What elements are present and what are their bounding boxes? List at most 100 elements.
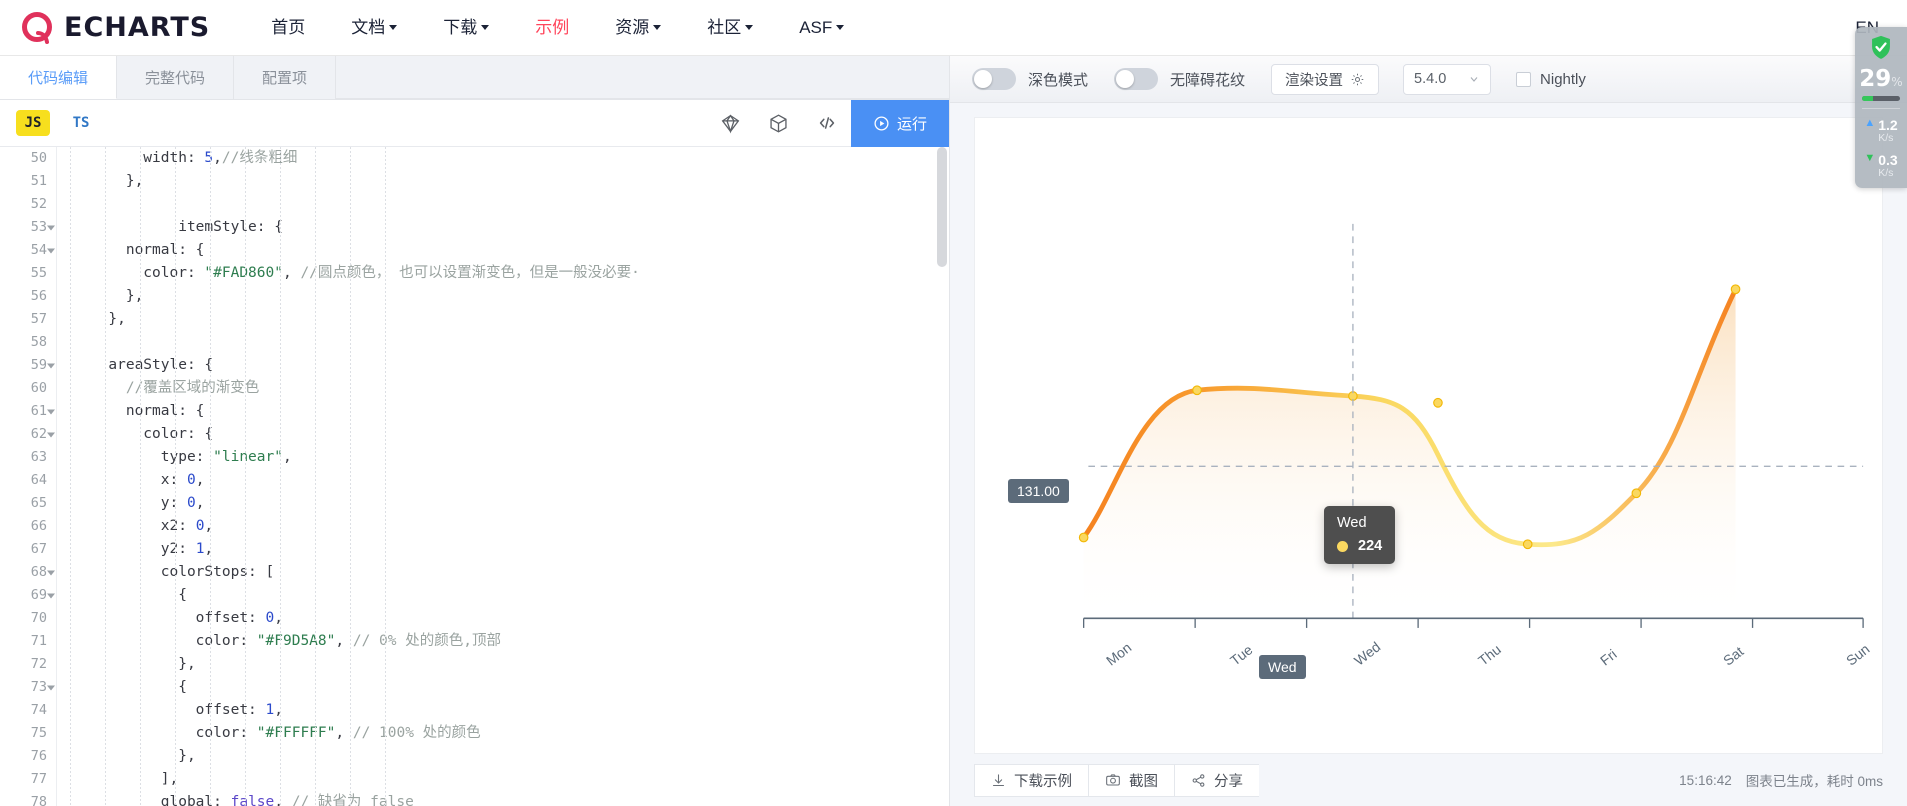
line-number: 53	[0, 216, 56, 239]
gem-icon[interactable]	[707, 100, 755, 147]
code-line-row[interactable]: 57 },	[0, 308, 949, 331]
version-select[interactable]: 5.4.0	[1403, 63, 1492, 95]
fold-caret-icon[interactable]	[47, 570, 55, 575]
code-line-row[interactable]: 63 type: "linear",	[0, 446, 949, 469]
code-brackets-icon[interactable]	[803, 100, 851, 147]
echarts-logo[interactable]: ECHARTS	[22, 11, 210, 45]
screenshot-button[interactable]: 截图	[1088, 763, 1174, 797]
sysmon-divider	[1862, 108, 1900, 109]
nav-item-home[interactable]: 首页	[248, 0, 328, 56]
editor-tabs: 代码编辑 完整代码 配置项	[0, 56, 949, 100]
gear-icon	[1351, 73, 1364, 85]
upload-arrow-icon: ▲	[1864, 117, 1876, 129]
code-line-row[interactable]: 56 },	[0, 285, 949, 308]
nav-item-download[interactable]: 下载	[420, 0, 512, 56]
accessible-pattern-toggle[interactable]	[1114, 68, 1159, 90]
code-line-row[interactable]: 71 color: "#F9D5A8", // 0% 处的颜色,顶部	[0, 630, 949, 653]
cpu-usage-value: 29%	[1859, 68, 1902, 91]
fold-caret-icon[interactable]	[47, 432, 55, 437]
lang-toggle-ts[interactable]: TS	[64, 110, 98, 136]
preview-status: 15:16:42 图表已生成，耗时 0ms	[1679, 770, 1883, 790]
cube-icon[interactable]	[755, 100, 803, 147]
lang-toggle-js[interactable]: JS	[16, 110, 50, 136]
code-line-row[interactable]: 65 y: 0,	[0, 492, 949, 515]
nav-item-asf[interactable]: ASF	[776, 0, 867, 56]
code-line-text: global: false, // 缺省为 false	[56, 794, 414, 806]
nav-item-docs[interactable]: 文档	[328, 0, 420, 56]
code-line-row[interactable]: 74 offset: 1,	[0, 699, 949, 722]
download-icon	[992, 773, 1005, 786]
code-line-row[interactable]: 53 itemStyle: {	[0, 216, 949, 239]
line-number: 74	[30, 702, 47, 718]
code-line-row[interactable]: 68 colorStops: [	[0, 561, 949, 584]
nightly-checkbox-row[interactable]: Nightly	[1516, 71, 1586, 88]
screenshot-label: 截图	[1129, 773, 1158, 790]
code-line-row[interactable]: 51 },	[0, 170, 949, 193]
code-line-row[interactable]: 61 normal: {	[0, 400, 949, 423]
code-line-row[interactable]: 77 ],	[0, 768, 949, 791]
tab-options[interactable]: 配置项	[234, 56, 337, 99]
chart-point	[1192, 385, 1202, 396]
network-download-row: ▼ 0.3 K/s	[1864, 153, 1897, 179]
line-number: 51	[30, 173, 47, 189]
render-settings-button[interactable]: 渲染设置	[1271, 63, 1380, 95]
line-number: 57	[30, 311, 47, 327]
tab-code-edit[interactable]: 代码编辑	[0, 56, 118, 99]
chart-point	[1522, 539, 1533, 550]
dark-mode-toggle[interactable]	[972, 68, 1016, 90]
chart-canvas[interactable]: Mon Tue Wed Thu Fri Sat Sun 131.00 Wed Wed 224	[974, 117, 1883, 754]
code-line-row[interactable]: 75 color: "#FFFFFF", // 100% 处的颜色	[0, 722, 949, 745]
share-button[interactable]: 分享	[1174, 763, 1259, 797]
nav-item-community[interactable]: 社区	[684, 0, 776, 56]
code-line-row[interactable]: 58	[0, 331, 949, 354]
nav-item-asf-label: ASF	[799, 17, 833, 37]
code-editor[interactable]: 50 width: 5,//线条粗细 51 }, 52 53 itemStyle: {…	[0, 147, 949, 806]
code-line-row[interactable]: 73 {	[0, 676, 949, 699]
chevron-down-icon	[481, 24, 490, 30]
code-line-row[interactable]: 67 y2: 1,	[0, 538, 949, 561]
nav-item-community-label: 社区	[707, 17, 742, 37]
fold-caret-icon[interactable]	[47, 248, 55, 253]
code-line-text: normal: {	[56, 242, 205, 258]
code-line-text: },	[56, 173, 144, 189]
chevron-down-icon	[653, 24, 662, 30]
run-button[interactable]: 运行	[850, 99, 949, 147]
nav-item-resources[interactable]: 资源	[592, 0, 684, 56]
code-line-row[interactable]: 52	[0, 193, 949, 216]
chevron-down-icon	[389, 24, 398, 30]
code-line-row[interactable]: 55 color: "#FAD860", //圆点颜色， 也可以设置渐变色，但是…	[0, 262, 949, 285]
code-line-row[interactable]: 64 x: 0,	[0, 469, 949, 492]
fold-caret-icon[interactable]	[47, 409, 55, 414]
code-line-row[interactable]: 70 offset: 0,	[0, 607, 949, 630]
editor-toolbar-actions: 运行	[707, 99, 949, 147]
code-line-row[interactable]: 66 x2: 0,	[0, 515, 949, 538]
fold-caret-icon[interactable]	[47, 593, 55, 598]
nightly-checkbox[interactable]	[1516, 71, 1532, 87]
tab-full-code[interactable]: 完整代码	[117, 56, 235, 99]
chart-tooltip: Wed 224	[1324, 506, 1396, 564]
code-line-row[interactable]: 50 width: 5,//线条粗细	[0, 147, 949, 170]
code-scrollbar[interactable]	[937, 147, 947, 267]
render-time: 15:16:42	[1679, 772, 1732, 788]
line-number: 60	[30, 380, 47, 396]
download-example-button[interactable]: 下载示例	[974, 763, 1088, 797]
code-line-row[interactable]: 69 {	[0, 584, 949, 607]
line-number: 55	[30, 265, 47, 281]
code-line-row[interactable]: 62 color: {	[0, 423, 949, 446]
code-line-row[interactable]: 76 },	[0, 745, 949, 768]
nav-item-examples[interactable]: 示例	[512, 0, 592, 56]
code-line-row[interactable]: 60 //覆盖区域的渐变色	[0, 377, 949, 400]
cpu-usage-number: 29	[1859, 66, 1892, 92]
code-line-row[interactable]: 54 normal: {	[0, 239, 949, 262]
accessible-pattern-label: 无障碍花纹	[1170, 71, 1246, 89]
fold-caret-icon[interactable]	[47, 225, 55, 230]
nav-links: 首页 文档 下载 示例 资源 社区 ASF	[248, 0, 867, 56]
system-monitor-widget[interactable]: 29% ▲ 1.2 K/s ▼ 0.3 K/s	[1855, 27, 1907, 189]
fold-caret-icon[interactable]	[47, 363, 55, 368]
code-line-row[interactable]: 78 global: false, // 缺省为 false	[0, 791, 949, 806]
code-lines[interactable]: 50 width: 5,//线条粗细 51 }, 52 53 itemStyle: {…	[0, 147, 949, 806]
code-line-row[interactable]: 72 },	[0, 653, 949, 676]
code-line-row[interactable]: 59 areaStyle: {	[0, 354, 949, 377]
fold-caret-icon[interactable]	[47, 685, 55, 690]
code-line-text: y: 0,	[56, 495, 205, 511]
